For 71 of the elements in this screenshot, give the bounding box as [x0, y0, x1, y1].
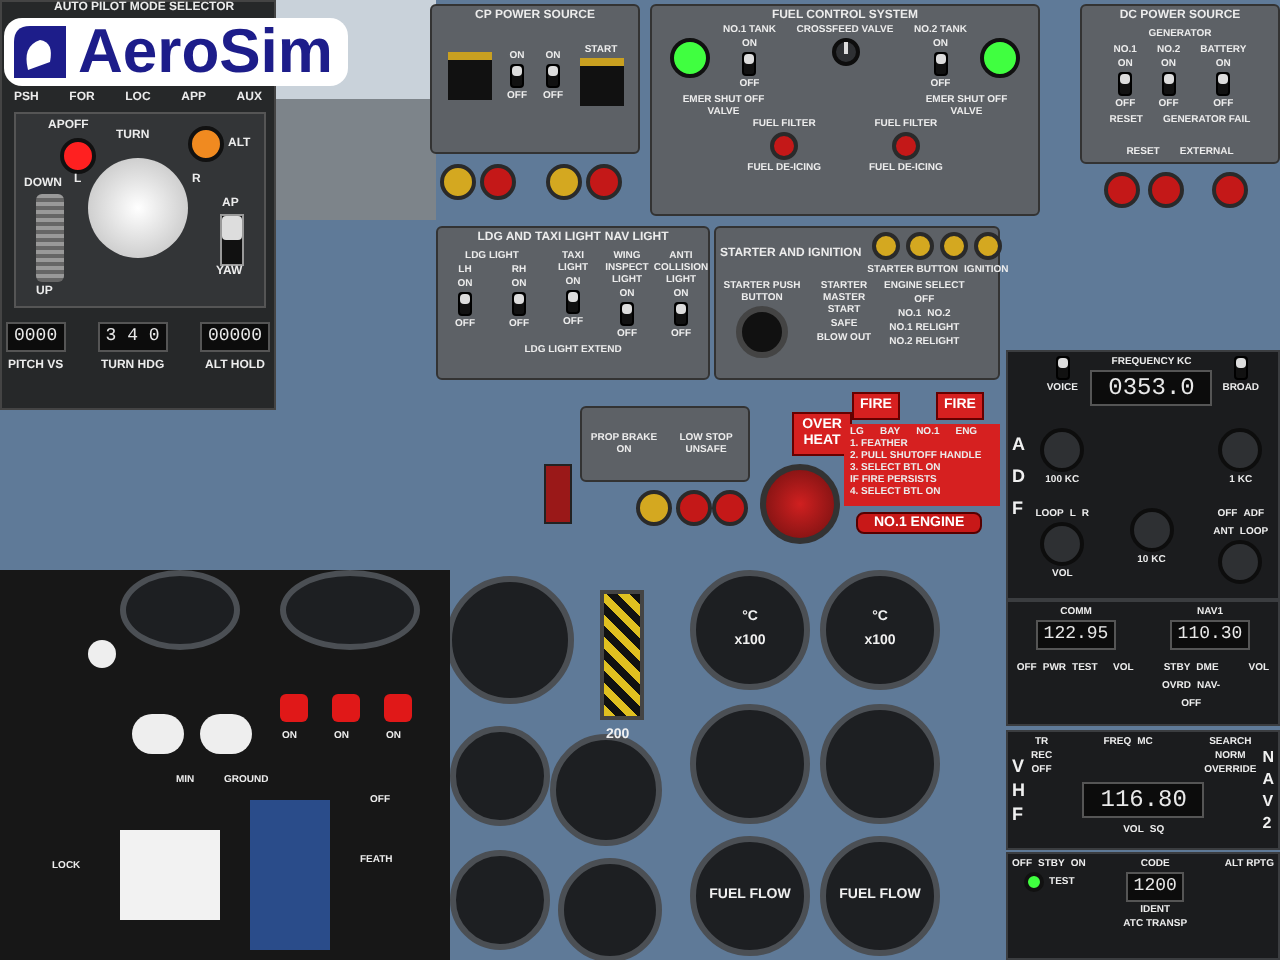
lever-knob[interactable]: [88, 640, 116, 668]
toggle-switch[interactable]: [458, 292, 472, 316]
push-button[interactable]: [440, 164, 476, 200]
reset-button[interactable]: [1212, 172, 1248, 208]
switch-guard: [447, 51, 491, 99]
side-letter: F: [1012, 497, 1025, 517]
toggle-switch[interactable]: [1233, 356, 1248, 380]
starter-knob[interactable]: [736, 306, 788, 358]
ignition-button[interactable]: [974, 232, 1003, 260]
status-light: [1023, 872, 1044, 892]
ignition-button[interactable]: [906, 232, 935, 260]
ap-yaw-switch[interactable]: [220, 214, 244, 266]
side-letter: F: [1012, 804, 1025, 824]
side-letter: 2: [1262, 814, 1274, 832]
digital-display: 0000: [6, 322, 66, 352]
toggle-switch[interactable]: [1161, 72, 1176, 96]
toggle-switch[interactable]: [1055, 356, 1070, 380]
transponder-code-display: 1200: [1125, 872, 1185, 902]
apoff-light[interactable]: [60, 138, 96, 174]
toggle-switch[interactable]: [1118, 72, 1133, 96]
logo-text: AeroSim: [78, 18, 333, 86]
guarded-switch[interactable]: [544, 464, 572, 524]
toggle-switch[interactable]: [620, 302, 634, 326]
toggle-switch[interactable]: [933, 52, 948, 76]
ignition-button[interactable]: [872, 232, 901, 260]
alt-light[interactable]: [188, 126, 224, 162]
push-button[interactable]: [546, 164, 582, 200]
condition-lever[interactable]: [332, 694, 360, 722]
condition-lever[interactable]: [280, 694, 308, 722]
side-letter: A: [1012, 433, 1025, 453]
side-letter: H: [1012, 780, 1025, 800]
push-button[interactable]: [586, 164, 622, 200]
side-letter: N: [1262, 748, 1274, 766]
fuel-filter-button[interactable]: [891, 132, 920, 160]
vertical-tape-gauge: [600, 590, 644, 720]
warning-light[interactable]: [676, 490, 712, 526]
fire-extinguisher-button[interactable]: [760, 464, 840, 544]
throttle-lever[interactable]: [132, 714, 184, 754]
warning-light[interactable]: [636, 490, 672, 526]
side-letter: A: [1262, 770, 1274, 788]
digital-display: 00000: [199, 322, 270, 352]
pump-light[interactable]: [670, 37, 711, 77]
comm-frequency-display: 122.95: [1035, 620, 1117, 650]
toggle-switch[interactable]: [1216, 72, 1231, 96]
vhf-frequency-display: 116.80: [1082, 782, 1205, 818]
turn-knob[interactable]: [88, 158, 188, 258]
side-letter: V: [1012, 756, 1025, 776]
side-letter: D: [1012, 465, 1025, 485]
throttle-lever[interactable]: [200, 714, 252, 754]
switch-guard: [579, 58, 623, 106]
toggle-switch[interactable]: [510, 63, 524, 87]
placard: [120, 830, 220, 920]
pump-light[interactable]: [979, 37, 1020, 77]
toggle-switch[interactable]: [566, 290, 580, 314]
ignition-button[interactable]: [940, 232, 969, 260]
warning-light[interactable]: [712, 490, 748, 526]
gauge-dial: [558, 858, 662, 960]
toggle-switch[interactable]: [546, 63, 560, 87]
push-button[interactable]: [480, 164, 516, 200]
fuel-filter-button[interactable]: [770, 132, 799, 160]
side-letter: V: [1262, 792, 1274, 810]
nav-frequency-display: 110.30: [1169, 620, 1251, 650]
frequency-display: 0353.0: [1090, 370, 1213, 406]
reset-button[interactable]: [1148, 172, 1184, 208]
reset-button[interactable]: [1104, 172, 1140, 208]
crossfeed-switch[interactable]: [831, 38, 859, 66]
digital-display: 3 4 0: [97, 322, 168, 352]
toggle-switch[interactable]: [674, 302, 688, 326]
toggle-switch[interactable]: [512, 292, 526, 316]
toggle-switch[interactable]: [742, 52, 757, 76]
condition-lever[interactable]: [384, 694, 412, 722]
